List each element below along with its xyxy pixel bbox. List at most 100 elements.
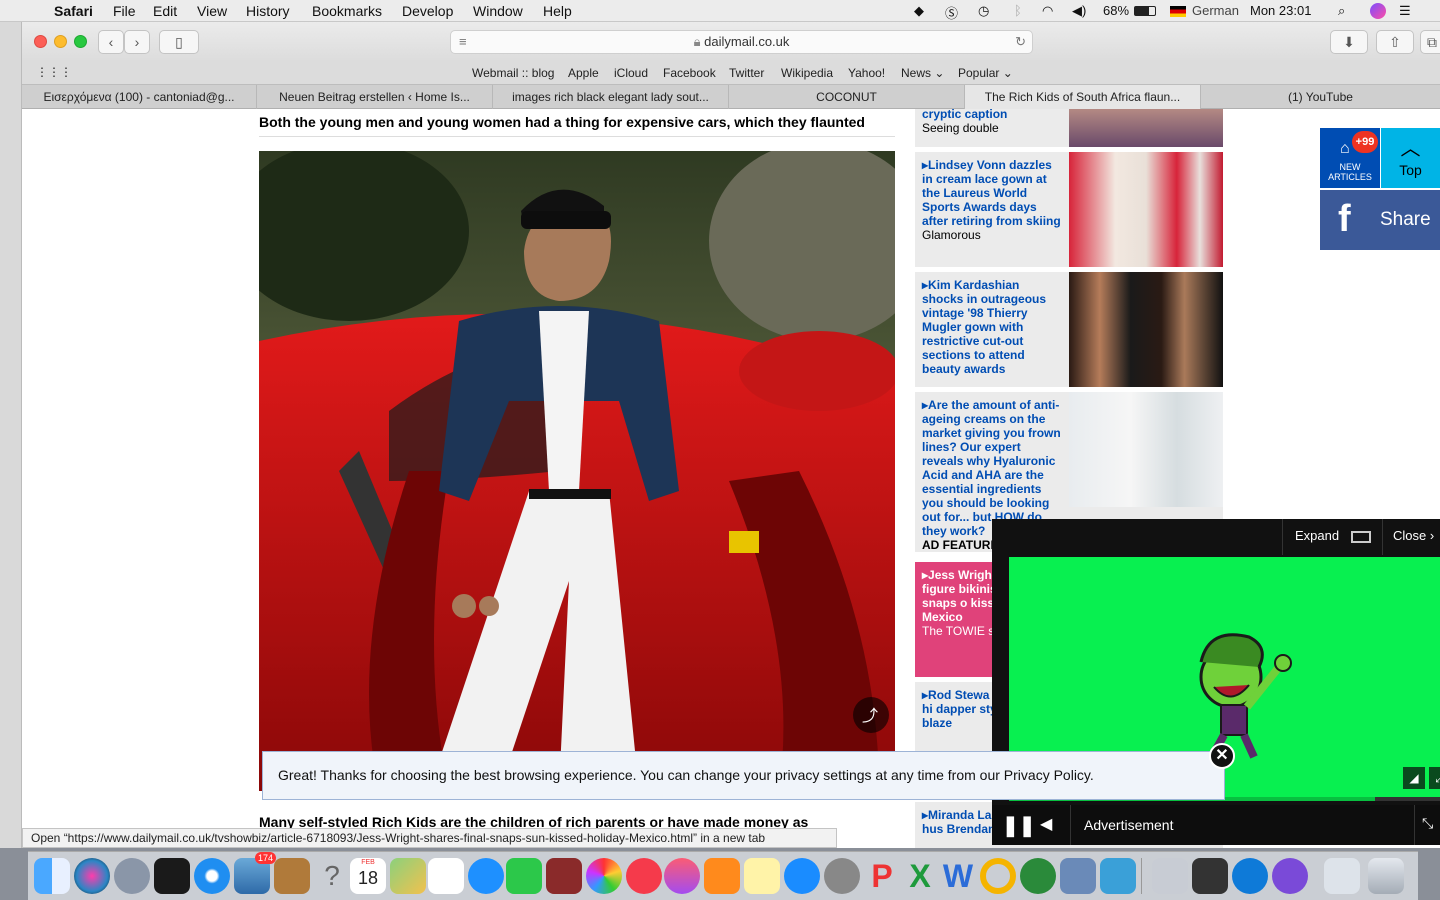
fav-facebook[interactable]: Facebook — [663, 66, 716, 80]
notes-book-icon[interactable] — [274, 858, 310, 894]
fav-apple[interactable]: Apple — [568, 66, 599, 80]
launchpad-icon[interactable] — [114, 858, 150, 894]
books-icon[interactable] — [704, 858, 740, 894]
sidebar-card-title[interactable]: cryptic caption — [922, 109, 1062, 121]
time-machine-icon[interactable]: ◷ — [978, 3, 989, 19]
preview-icon[interactable] — [1060, 858, 1096, 894]
itunes-icon[interactable] — [664, 858, 700, 894]
expand-button[interactable]: Expand — [1282, 519, 1382, 555]
menu-app-name[interactable]: Safari — [54, 3, 93, 19]
skype-icon[interactable]: Ⓢ — [945, 3, 958, 22]
downloads-button[interactable]: ⬇ — [1330, 30, 1368, 54]
system-preferences-icon[interactable] — [824, 858, 860, 894]
siri-icon[interactable] — [1370, 3, 1386, 19]
clock[interactable]: Mon 23:01 — [1250, 3, 1311, 18]
back-button[interactable]: ‹ — [98, 30, 124, 54]
safari-icon[interactable] — [194, 858, 230, 894]
close-window-button[interactable] — [34, 35, 47, 48]
news-icon[interactable] — [626, 858, 662, 894]
menu-bookmarks[interactable]: Bookmarks — [312, 3, 382, 19]
minimize-window-button[interactable] — [54, 35, 67, 48]
globe-icon[interactable] — [1020, 858, 1056, 894]
input-source[interactable]: German — [1192, 3, 1239, 18]
sidebar-thumb-2[interactable] — [1069, 272, 1223, 387]
new-articles-button[interactable]: +99 ⌂ NEW ARTICLES — [1320, 128, 1380, 188]
siri-icon[interactable] — [74, 858, 110, 894]
sidebar-card-title[interactable]: ▸Lindsey Vonn dazzles in cream lace gown… — [922, 158, 1062, 228]
fullscreen-control-icon[interactable]: ⤡ — [1422, 815, 1433, 832]
fav-yahoo[interactable]: Yahoo! — [848, 66, 885, 80]
sidebar-card-0[interactable]: cryptic caption Seeing double — [915, 109, 1223, 147]
menu-view[interactable]: View — [197, 3, 227, 19]
facetime-icon[interactable] — [506, 858, 542, 894]
volume-icon[interactable]: ◀) — [1072, 3, 1086, 19]
tab-images-search[interactable]: images rich black elegant lady sout... — [493, 85, 729, 109]
share-button[interactable]: ⇧ — [1376, 30, 1414, 54]
tab-wordpress[interactable]: Neuen Beitrag erstellen ‹ Home Is... — [257, 85, 493, 109]
sidebar-card-title[interactable]: ▸Kim Kardashian shocks in outrageous vin… — [922, 278, 1062, 376]
spotlight-icon[interactable]: ⌕ — [1338, 3, 1345, 19]
trash-icon[interactable] — [1368, 858, 1404, 894]
outlook-icon[interactable] — [980, 858, 1016, 894]
fav-twitter[interactable]: Twitter — [729, 66, 764, 80]
mute-ad-icon[interactable]: ◢ — [1403, 767, 1425, 789]
bluetooth-icon[interactable]: ᛒ — [1014, 3, 1022, 18]
menu-window[interactable]: Window — [473, 3, 523, 19]
sidebar-toggle-button[interactable]: ▯ — [159, 30, 199, 54]
facebook-share-button[interactable]: f Share — [1320, 190, 1440, 250]
menu-edit[interactable]: Edit — [153, 3, 177, 19]
close-ad-button[interactable]: Close › — [1382, 519, 1440, 555]
menu-help[interactable]: Help — [543, 3, 572, 19]
tab-coconut[interactable]: COCONUT — [729, 85, 965, 109]
fav-news[interactable]: News ⌄ — [901, 66, 944, 80]
excel-icon[interactable]: X — [902, 858, 938, 894]
fav-icloud[interactable]: iCloud — [614, 66, 648, 80]
photos-icon[interactable] — [586, 858, 622, 894]
people-icon[interactable] — [1100, 858, 1136, 894]
reload-icon[interactable]: ↻ — [1015, 31, 1026, 53]
mail-icon[interactable]: 174 — [234, 852, 276, 894]
tab-rich-kids[interactable]: The Rich Kids of South Africa flaun... — [965, 85, 1201, 109]
photo-booth-icon[interactable] — [546, 858, 582, 894]
notification-center-icon[interactable]: ☰ — [1399, 3, 1411, 19]
zoom-window-button[interactable] — [74, 35, 87, 48]
reminders-icon[interactable] — [428, 858, 464, 894]
dropbox-icon[interactable]: ◆ — [914, 3, 924, 19]
fav-webmail[interactable]: Webmail :: blog — [472, 66, 554, 80]
sidebar-card-2[interactable]: ▸Kim Kardashian shocks in outrageous vin… — [915, 272, 1223, 387]
activity-monitor-icon[interactable] — [154, 858, 190, 894]
screenshot-icon[interactable] — [1192, 858, 1228, 894]
downloads-folder-icon[interactable] — [1152, 858, 1188, 894]
menu-file[interactable]: File — [113, 3, 136, 19]
volume-icon[interactable]: ◀ — [1040, 814, 1052, 834]
finder-icon[interactable] — [34, 858, 70, 894]
article-photo[interactable]: ⤴ — [259, 151, 895, 791]
sidebar-thumb-1[interactable] — [1069, 152, 1223, 267]
teamviewer-icon[interactable] — [1232, 858, 1268, 894]
sidebar-thumb-3[interactable] — [1069, 392, 1223, 507]
fav-wikipedia[interactable]: Wikipedia — [781, 66, 833, 80]
word-icon[interactable]: W — [940, 858, 976, 894]
forward-button[interactable]: › — [124, 30, 150, 54]
sidebar-card-title[interactable]: ▸Are the amount of anti-ageing creams on… — [922, 398, 1062, 538]
document-icon[interactable] — [1324, 858, 1360, 894]
address-bar[interactable]: ≡ 🔒︎ dailymail.co.uk ↻ — [450, 30, 1033, 54]
fullscreen-icon[interactable]: ⤢ — [1429, 767, 1440, 789]
powerpoint-icon[interactable]: P — [864, 858, 900, 894]
back-to-top-button[interactable]: ︿ Top — [1381, 128, 1440, 188]
menu-develop[interactable]: Develop — [402, 3, 453, 19]
pause-icon[interactable]: ❚❚ — [1002, 813, 1036, 838]
tabs-overview-button[interactable]: ⧉ — [1420, 30, 1440, 54]
menu-history[interactable]: History — [246, 3, 290, 19]
sidebar-card-1[interactable]: ▸Lindsey Vonn dazzles in cream lace gown… — [915, 152, 1223, 267]
sidebar-thumb-0[interactable] — [1069, 109, 1223, 147]
viber-icon[interactable] — [1272, 858, 1308, 894]
tab-gmail[interactable]: Εισερχόμενα (100) - cantoniad@g... — [22, 85, 257, 109]
messages-icon[interactable] — [468, 858, 504, 894]
question-mark-icon[interactable]: ? — [314, 858, 350, 894]
stickies-icon[interactable] — [744, 858, 780, 894]
app-store-icon[interactable] — [784, 858, 820, 894]
reader-icon[interactable]: ≡ — [459, 31, 467, 53]
grid-icon[interactable]: ⋮⋮⋮ — [36, 65, 72, 79]
battery-percent[interactable]: 68% — [1103, 3, 1129, 18]
